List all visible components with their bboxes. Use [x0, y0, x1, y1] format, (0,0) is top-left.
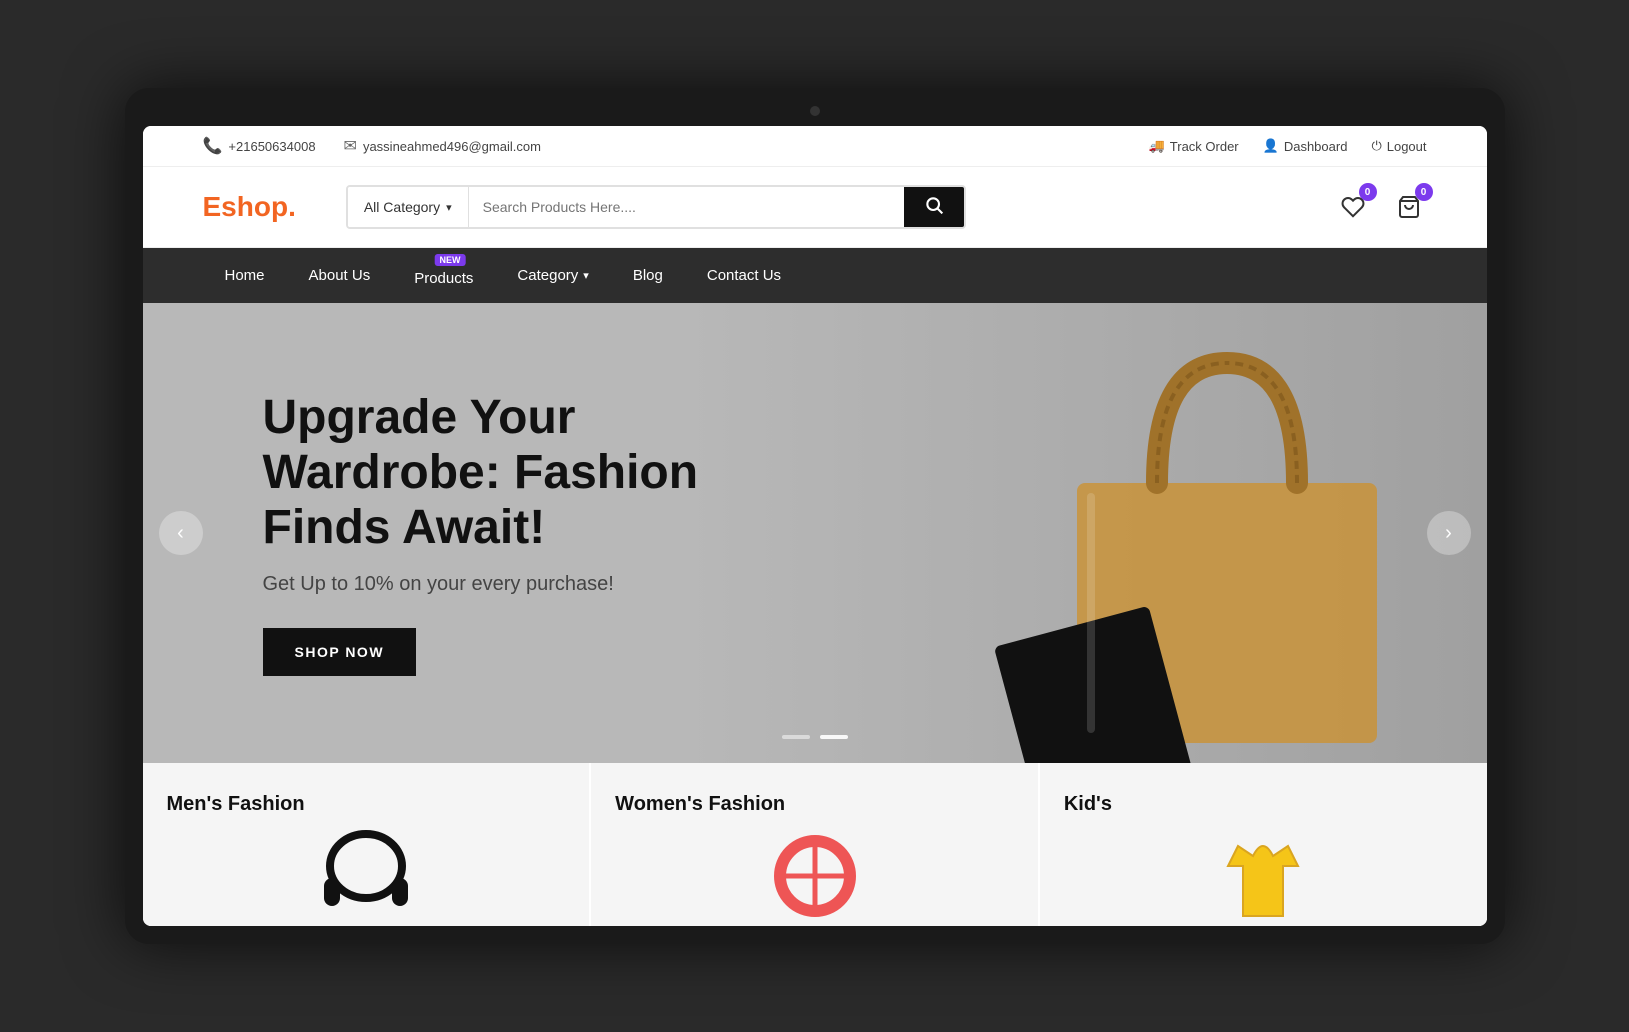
nav-item-blog[interactable]: Blog	[611, 251, 685, 300]
track-order-link[interactable]: 🚚 Track Order	[1149, 138, 1239, 154]
logo-dot: .	[288, 191, 296, 222]
wishlist-button[interactable]: 0	[1335, 189, 1371, 225]
categories-section: Men's Fashion Women's Fashion	[143, 763, 1487, 926]
nav-blog-label: Blog	[633, 267, 663, 284]
email-info: ✉ yassineahmed496@gmail.com	[344, 136, 541, 156]
hero-bag-image	[747, 303, 1486, 763]
cart-button[interactable]: 0	[1391, 189, 1427, 225]
camera	[810, 106, 820, 116]
category-label: All Category	[364, 199, 440, 215]
nav-contact-label: Contact Us	[707, 267, 781, 284]
category-dropdown[interactable]: All Category ▾	[348, 187, 469, 227]
search-bar: All Category ▾	[346, 185, 966, 229]
nav-about-label: About Us	[309, 267, 371, 284]
slider-prev-button[interactable]: ‹	[159, 511, 203, 555]
chevron-down-icon: ▾	[446, 201, 452, 214]
logout-label: Logout	[1387, 139, 1427, 154]
nav-home-label: Home	[225, 267, 265, 284]
womens-title: Women's Fashion	[615, 793, 1014, 816]
user-icon: 👤	[1263, 138, 1279, 154]
phone-icon: 📞	[203, 136, 223, 156]
hero-content: Upgrade Your Wardrobe: Fashion Finds Awa…	[143, 390, 743, 677]
nav-products-label: Products	[414, 270, 473, 287]
slider-dots	[782, 735, 848, 739]
phone-number: +21650634008	[228, 139, 315, 154]
header-icons: 0 0	[1335, 189, 1427, 225]
shop-now-button[interactable]: SHOP NOW	[263, 628, 417, 676]
truck-icon: 🚚	[1149, 138, 1165, 154]
device-frame: 📞 +21650634008 ✉ yassineahmed496@gmail.c…	[125, 88, 1505, 944]
nav-item-contact[interactable]: Contact Us	[685, 251, 803, 300]
top-bar-right: 🚚 Track Order 👤 Dashboard ⏻ Logout	[1149, 138, 1427, 154]
screen: 📞 +21650634008 ✉ yassineahmed496@gmail.c…	[143, 126, 1487, 926]
hero-title: Upgrade Your Wardrobe: Fashion Finds Awa…	[263, 390, 743, 556]
kids-title: Kid's	[1064, 793, 1463, 816]
slider-next-button[interactable]: ›	[1427, 511, 1471, 555]
nav-item-category[interactable]: Category ▾	[495, 251, 610, 300]
mens-image	[167, 826, 566, 926]
mail-icon: ✉	[344, 136, 357, 156]
search-button[interactable]	[904, 187, 964, 227]
hero-subtitle: Get Up to 10% on your every purchase!	[263, 573, 743, 596]
top-bar: 📞 +21650634008 ✉ yassineahmed496@gmail.c…	[143, 126, 1487, 167]
track-order-label: Track Order	[1170, 139, 1239, 154]
search-icon	[924, 195, 944, 220]
dashboard-label: Dashboard	[1284, 139, 1348, 154]
logout-icon: ⏻	[1371, 138, 1381, 154]
hero-slider: Upgrade Your Wardrobe: Fashion Finds Awa…	[143, 303, 1487, 763]
cart-badge: 0	[1415, 183, 1433, 201]
dashboard-link[interactable]: 👤 Dashboard	[1263, 138, 1348, 154]
nav-category-label: Category	[517, 267, 578, 284]
logo-text: Eshop	[203, 191, 289, 222]
top-bar-left: 📞 +21650634008 ✉ yassineahmed496@gmail.c…	[203, 136, 541, 156]
mens-title: Men's Fashion	[167, 793, 566, 816]
category-kids[interactable]: Kid's	[1040, 763, 1487, 926]
phone-info: 📞 +21650634008	[203, 136, 316, 156]
logo[interactable]: Eshop.	[203, 191, 296, 223]
header: Eshop. All Category ▾	[143, 167, 1487, 248]
womens-image	[615, 826, 1014, 926]
search-input[interactable]	[469, 187, 904, 227]
nav-item-about[interactable]: About Us	[287, 251, 393, 300]
category-chevron-icon: ▾	[583, 269, 589, 282]
nav-item-home[interactable]: Home	[203, 251, 287, 300]
category-mens[interactable]: Men's Fashion	[143, 763, 592, 926]
logout-link[interactable]: ⏻ Logout	[1371, 138, 1426, 154]
category-womens[interactable]: Women's Fashion	[591, 763, 1040, 926]
products-new-badge: NEW	[435, 254, 466, 266]
email-address: yassineahmed496@gmail.com	[363, 139, 541, 154]
wishlist-badge: 0	[1359, 183, 1377, 201]
kids-image	[1064, 826, 1463, 926]
nav-item-products[interactable]: NEW Products	[392, 248, 495, 303]
slider-dot-2[interactable]	[820, 735, 848, 739]
navbar: Home About Us NEW Products Category ▾ Bl…	[143, 248, 1487, 303]
slider-dot-1[interactable]	[782, 735, 810, 739]
